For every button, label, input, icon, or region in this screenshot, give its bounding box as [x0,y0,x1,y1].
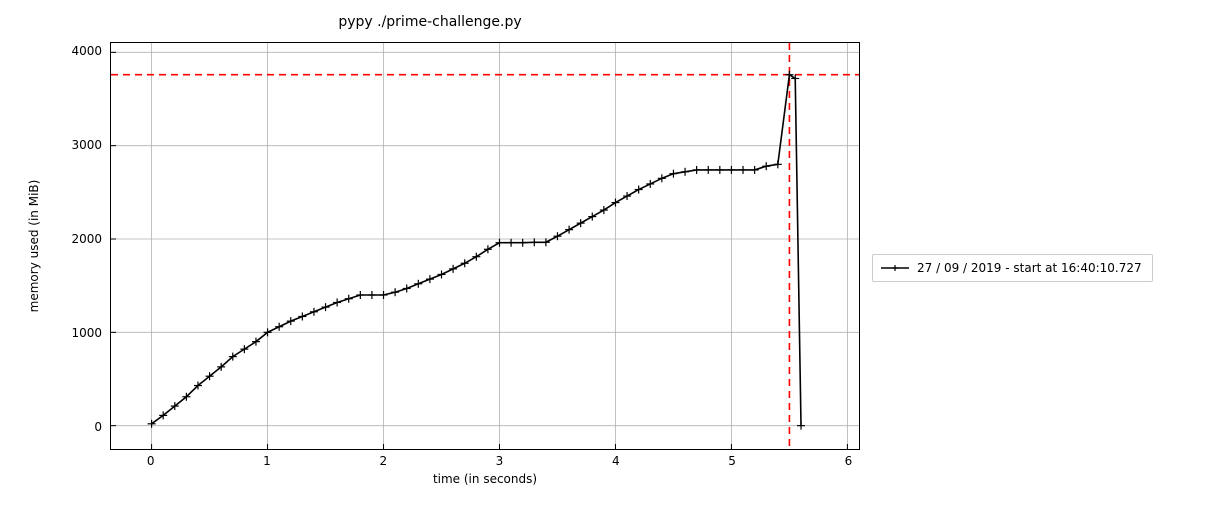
x-tick-label: 0 [147,454,155,468]
x-tick-label: 6 [845,454,853,468]
grid-lines [111,43,859,449]
y-tick-label: 3000 [52,138,102,152]
y-tick-label: 2000 [52,232,102,246]
plot-area [110,42,860,450]
y-axis-label: memory used (in MiB) [27,180,41,313]
x-tick-label: 4 [612,454,620,468]
legend: 27 / 09 / 2019 - start at 16:40:10.727 [872,254,1153,282]
x-tick-label: 1 [263,454,271,468]
legend-label: 27 / 09 / 2019 - start at 16:40:10.727 [917,261,1142,275]
tick-marks [111,52,847,449]
x-tick-labels: 0 1 2 3 4 5 6 [110,450,860,470]
figure: pypy ./prime-challenge.py memory used (i… [0,0,1211,518]
reference-lines [111,43,859,449]
x-tick-label: 3 [496,454,504,468]
plot-svg [111,43,859,449]
y-tick-label: 1000 [52,326,102,340]
y-tick-label: 4000 [52,44,102,58]
x-tick-label: 2 [379,454,387,468]
legend-marker-icon [881,261,909,275]
y-tick-label: 0 [52,420,102,434]
chart-title: pypy ./prime-challenge.py [0,14,860,30]
y-tick-labels: 0 1000 2000 3000 4000 [50,42,106,450]
x-tick-label: 5 [728,454,736,468]
x-axis-label: time (in seconds) [433,472,537,486]
data-series [148,71,805,430]
